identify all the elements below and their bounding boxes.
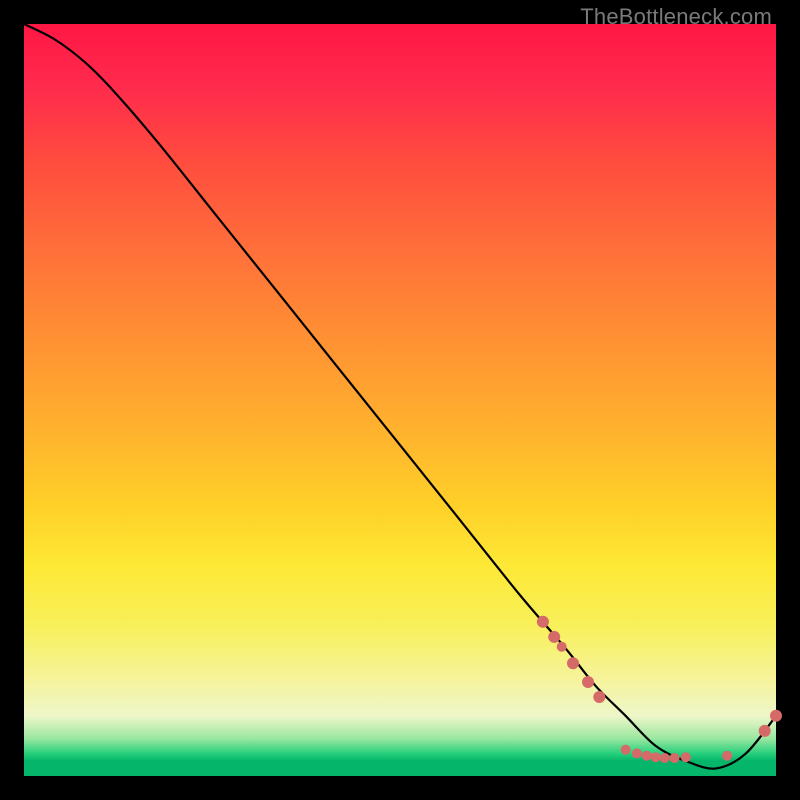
highlight-dot [593,691,605,703]
highlight-dot [722,751,732,761]
highlight-dot [670,753,680,763]
highlight-dot [759,725,771,737]
highlight-dot [621,745,631,755]
highlight-dot [548,631,560,643]
chart-svg [24,24,776,776]
highlight-dot [582,676,594,688]
highlight-dot [537,616,549,628]
highlight-dot [557,642,567,652]
chart-frame [24,24,776,776]
highlight-dot [632,748,642,758]
highlight-dot [651,752,661,762]
bottleneck-curve-line [24,24,776,769]
highlight-dot [681,752,691,762]
highlight-dot [642,751,652,761]
highlight-dot [567,657,579,669]
highlight-dots-group [537,616,782,763]
highlight-dot [660,753,670,763]
highlight-dot [770,710,782,722]
